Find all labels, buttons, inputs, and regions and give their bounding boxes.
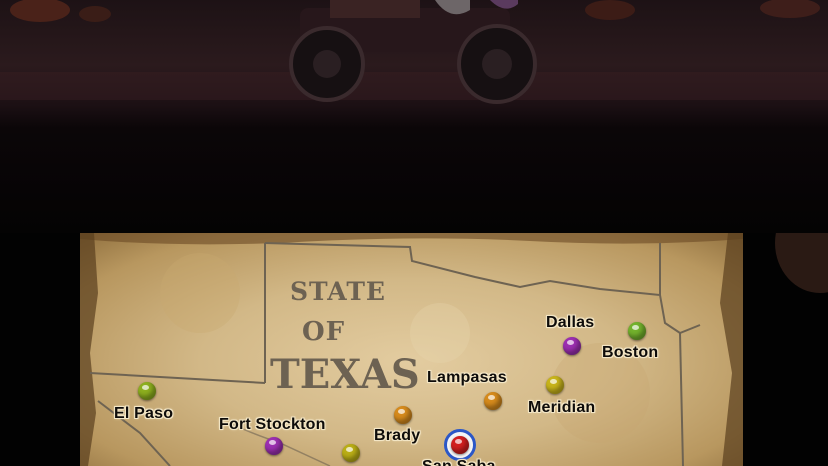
road-band (0, 72, 828, 100)
town-label-lampasas[interactable]: Lampasas (427, 369, 507, 387)
current-location-ring[interactable] (444, 429, 476, 461)
town-label-san-saba[interactable]: San Saba (422, 458, 496, 466)
marker-meridian[interactable] (546, 376, 564, 394)
town-label-dallas[interactable]: Dallas (546, 314, 594, 332)
marker-lampasas[interactable] (484, 392, 502, 410)
town-label-meridian[interactable]: Meridian (528, 399, 595, 417)
town-label-boston[interactable]: Boston (602, 344, 658, 362)
town-label-fort-stockton[interactable]: Fort Stockton (219, 416, 326, 434)
town-label-brady[interactable]: Brady (374, 427, 420, 445)
top-screen-scene (0, 0, 828, 233)
scene-figure (585, 0, 635, 20)
scene-illustration (0, 0, 828, 104)
state-title-line3: TEXAS (270, 351, 420, 398)
marker-brady[interactable] (394, 406, 412, 424)
scene-figure (760, 0, 820, 18)
marker-dallas[interactable] (563, 337, 581, 355)
marker-el-paso[interactable] (138, 382, 156, 400)
bottom-screen: STATE OF TEXAS El Paso Fort Stockton Bra… (0, 233, 828, 466)
marker-san-saba[interactable] (451, 436, 469, 454)
texas-map: STATE OF TEXAS El Paso Fort Stockton Bra… (80, 233, 743, 466)
scene-figure (79, 6, 111, 22)
marker-unlabeled-west[interactable] (342, 444, 360, 462)
corner-shadow (775, 233, 828, 293)
marker-boston[interactable] (628, 322, 646, 340)
marker-fort-stockton[interactable] (265, 437, 283, 455)
town-label-el-paso[interactable]: El Paso (114, 405, 173, 423)
scene-figure (10, 0, 70, 22)
state-title-line2: OF (302, 317, 346, 347)
state-title-line1: STATE (290, 277, 386, 306)
